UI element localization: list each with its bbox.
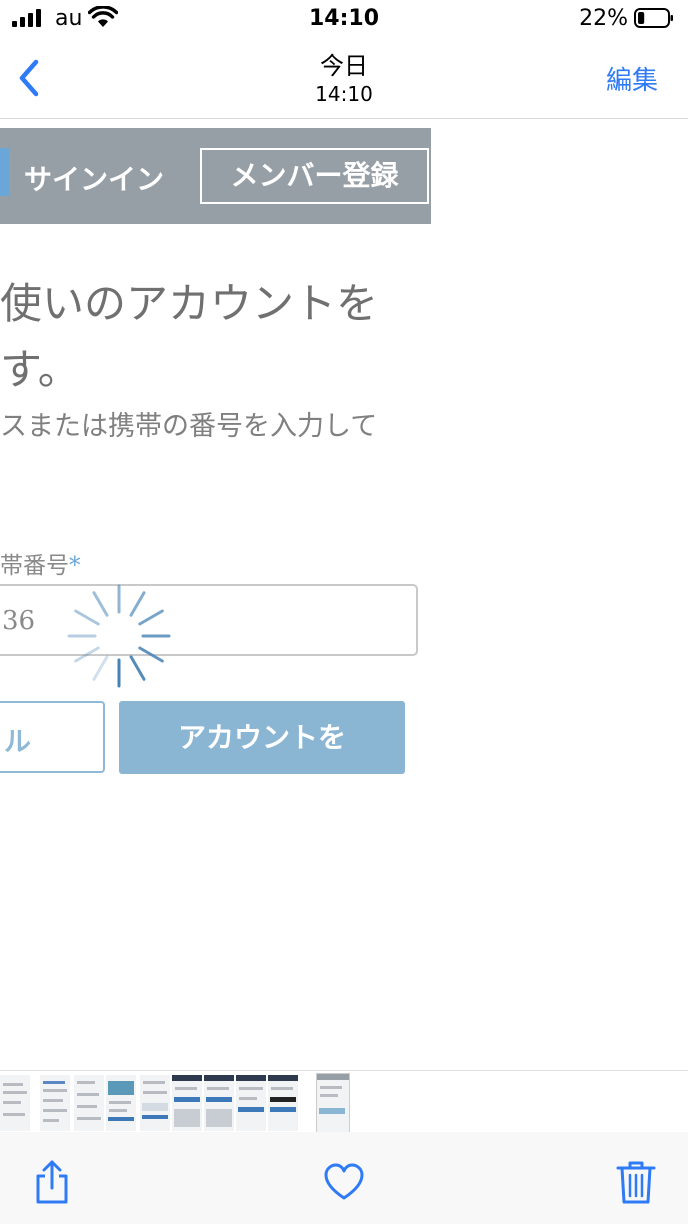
spinner-ray	[138, 609, 164, 626]
loading-spinner-icon	[67, 584, 171, 688]
site-header: サインイン メンバー登録	[0, 128, 431, 224]
photo-thumbnail[interactable]	[0, 1075, 30, 1131]
photo-thumbnail[interactable]	[172, 1075, 202, 1131]
current-photo-thumbnail[interactable]	[316, 1073, 350, 1135]
phone-number-value: 36	[2, 606, 36, 636]
signin-accent-bar	[0, 148, 9, 196]
page-heading-line-1: 使いのアカウントを	[0, 279, 379, 328]
spinner-ray	[92, 591, 109, 617]
create-account-label: アカウントを	[177, 721, 346, 754]
register-label: メンバー登録	[230, 159, 399, 192]
instruction-text: スまたは携帯の番号を入力して	[0, 411, 378, 442]
photo-content: サインイン メンバー登録 使いのアカウントを す。 スまたは携帯の番号を入力して…	[0, 128, 431, 788]
signin-link: サインイン	[24, 163, 165, 196]
edit-button[interactable]: 編集	[606, 60, 658, 97]
page-heading-line-2: す。	[0, 345, 80, 394]
phone-number-input: 36	[0, 584, 418, 656]
photo-thumbnail[interactable]	[74, 1075, 104, 1131]
heart-icon[interactable]	[324, 1160, 364, 1204]
photo-thumbnail[interactable]	[204, 1075, 234, 1131]
nav-subtitle-time: 14:10	[315, 82, 373, 106]
spinner-ray	[92, 655, 109, 681]
phone-field-label: 帯番号*	[0, 546, 81, 580]
battery-percentage: 22%	[579, 6, 628, 31]
spinner-ray	[138, 646, 164, 663]
thumbnail-strip[interactable]	[0, 1070, 688, 1135]
cancel-label: ル	[4, 727, 31, 758]
create-account-button: アカウントを	[119, 701, 405, 774]
photo-thumbnail[interactable]	[106, 1075, 136, 1131]
spinner-ray	[74, 646, 100, 663]
photo-thumbnail[interactable]	[268, 1075, 298, 1131]
spinner-ray	[129, 655, 146, 681]
nav-title: 今日	[320, 52, 368, 80]
photo-thumbnail[interactable]	[140, 1075, 170, 1131]
share-icon[interactable]	[32, 1160, 72, 1204]
spinner-ray	[74, 609, 100, 626]
battery-icon	[634, 8, 673, 28]
register-button: メンバー登録	[200, 148, 429, 204]
required-asterisk: *	[69, 553, 81, 579]
status-bar: au 14:10 22%	[0, 0, 688, 40]
photo-thumbnail[interactable]	[236, 1075, 266, 1131]
bottom-toolbar	[0, 1132, 688, 1224]
trash-icon[interactable]	[616, 1160, 656, 1204]
cancel-button: ル	[0, 701, 105, 773]
navigation-bar: 今日 14:10 編集	[0, 40, 688, 119]
phone-field-label-text: 帯番号	[0, 553, 69, 579]
spinner-ray	[129, 591, 146, 617]
photo-thumbnail[interactable]	[40, 1075, 70, 1131]
